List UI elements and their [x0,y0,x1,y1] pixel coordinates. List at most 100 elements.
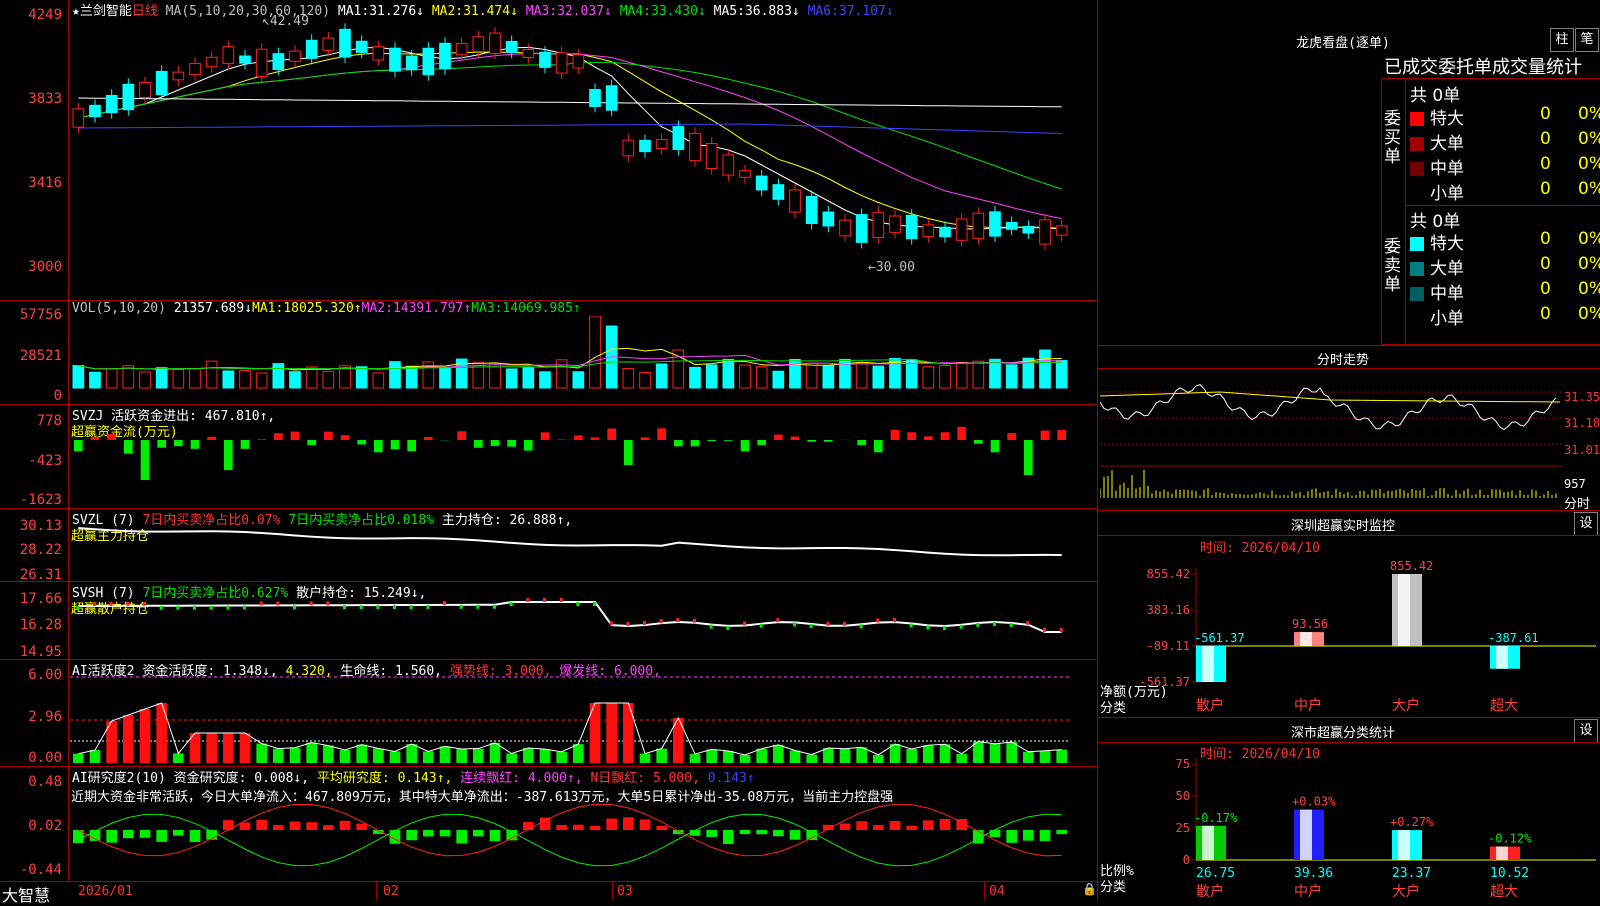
volume-bar [406,366,417,388]
volume-bar [440,368,451,388]
candle-body [323,38,334,50]
ai-research-a-value: 0.008↓, [254,771,309,786]
bar-中户 [1294,810,1324,860]
ai-research-canvas[interactable] [70,790,1097,880]
svsh-tick [276,601,279,605]
period-label[interactable]: 日线 [132,4,158,19]
volume-bar [923,367,934,388]
vol-y-tick: 0 [0,388,62,404]
x-tick [612,882,613,900]
buy-order-row: 小单00% [1410,179,1600,204]
svsh-tick [443,601,446,605]
svsh-canvas[interactable] [70,594,1097,658]
main-y-tick: 3416 [0,175,62,191]
svzj-bar [407,440,416,451]
lock-icon[interactable]: 🔒 [1082,882,1097,896]
ai-active-bar [156,703,167,763]
ai-research-bar [990,830,1001,837]
svzj-bar [757,440,766,445]
ai-research-bar [640,819,651,830]
ai-active-bar [173,753,184,763]
intraday-canvas[interactable] [1100,370,1600,510]
ai-research-bar [590,826,601,830]
svsh-tick [376,605,379,609]
sz-monitor-settings-button[interactable]: 设 [1574,512,1598,536]
bar-value-label: 93.56 [1292,617,1328,631]
main-chart-header: ★兰剑智能日线 MA(5,10,20,30,60,120) MA1:31.276… [72,0,894,19]
bar-highlight [1398,574,1410,646]
volume-bar [156,368,167,388]
svzj-bar [907,432,916,440]
ai-research-y-tick: -0.44 [0,862,62,878]
svsh-tick [76,606,79,610]
svzj-bar [991,440,1000,452]
bar-value-label: +0.03% [1292,795,1336,809]
sz-monitor-xlabel: 分类 [1100,697,1126,716]
ai-research-bar [140,830,151,838]
ai-research-bar [773,830,784,836]
stock-title[interactable]: ★兰剑智能 [72,4,132,19]
y-axis-line [68,0,69,882]
svsh-tick [510,602,513,606]
volume-canvas[interactable] [70,316,1097,402]
ai-research-bar [690,830,701,836]
ai-research-bar [1023,830,1034,841]
candle-body [673,127,684,150]
volume-bar [656,364,667,388]
svzl-canvas[interactable] [70,520,1097,580]
sz-classify-settings-button[interactable]: 设 [1574,719,1598,743]
ai-active-bar [540,749,551,763]
y-tick-label: 0 [1183,853,1190,867]
svzj-canvas[interactable] [70,420,1097,506]
ai-research-bar [740,830,751,834]
svzj-bar [491,440,500,446]
ai-research-bar [406,830,417,840]
ai-active-bar [273,749,284,763]
svzj-bar [807,440,816,442]
ai-active-bar [123,715,134,763]
sep-classify-2 [1098,742,1600,743]
ai-research-bar [856,821,867,830]
volume-bar [556,360,567,388]
ma6-label: MA6: [808,4,839,19]
svsh-tick [160,606,163,610]
ai-research-bar [356,824,367,830]
kline-canvas[interactable] [70,18,1097,298]
bar-mode-button[interactable]: 柱 [1550,28,1574,52]
vol-ma3-value: 14069.985↑ [503,301,581,316]
ai-research-bar [906,826,917,830]
pen-mode-button[interactable]: 笔 [1575,28,1599,52]
candle-body [473,37,484,52]
svzj-bar [91,437,100,440]
sell-order-count: 0 [1540,304,1551,324]
ai-active-canvas[interactable] [70,675,1097,765]
svsh-line [78,602,1061,632]
volume-bar [523,368,534,388]
ai-research-bar [723,830,734,844]
sell-order-name: 特大 [1430,234,1464,254]
volume-bar [1040,350,1051,388]
sz-monitor-chart[interactable]: 855.42383.16-89.11-561.37-561.37散户93.56中… [1098,550,1600,715]
vol-ma1-label: MA1: [252,301,283,316]
svsh-y-tick: 17.66 [0,591,62,607]
ai-active-bar [206,733,217,763]
ai-research-c-value: 4.000↑, [528,771,583,786]
svzj-bar [74,440,83,451]
svzj-bar [1024,440,1033,475]
sz-classify-chart[interactable]: 7550250-0.17%散户26.75+0.03%中户39.36+0.27%大… [1098,756,1600,900]
candle-body [156,71,167,94]
svsh-tick [226,606,229,610]
volume-bar [590,316,601,388]
sell-order-color-swatch [1410,312,1424,326]
left-chart-area[interactable]: ★兰剑智能日线 MA(5,10,20,30,60,120) MA1:31.276… [0,0,1097,900]
ai-research-y-tick: 0.48 [0,774,62,790]
ai-research-bar [606,819,617,830]
sep-xaxis [0,881,1097,882]
candle-body [223,47,234,64]
buy-order-row: 大单00% [1410,129,1600,154]
svzj-bar [207,437,216,440]
svzj-y-tick: -423 [0,453,62,469]
sell-order-color-swatch [1410,262,1424,276]
dragon-tiger-tabs[interactable]: 已成交委托单成交量统计 [1384,53,1582,79]
candle-body [90,105,101,116]
